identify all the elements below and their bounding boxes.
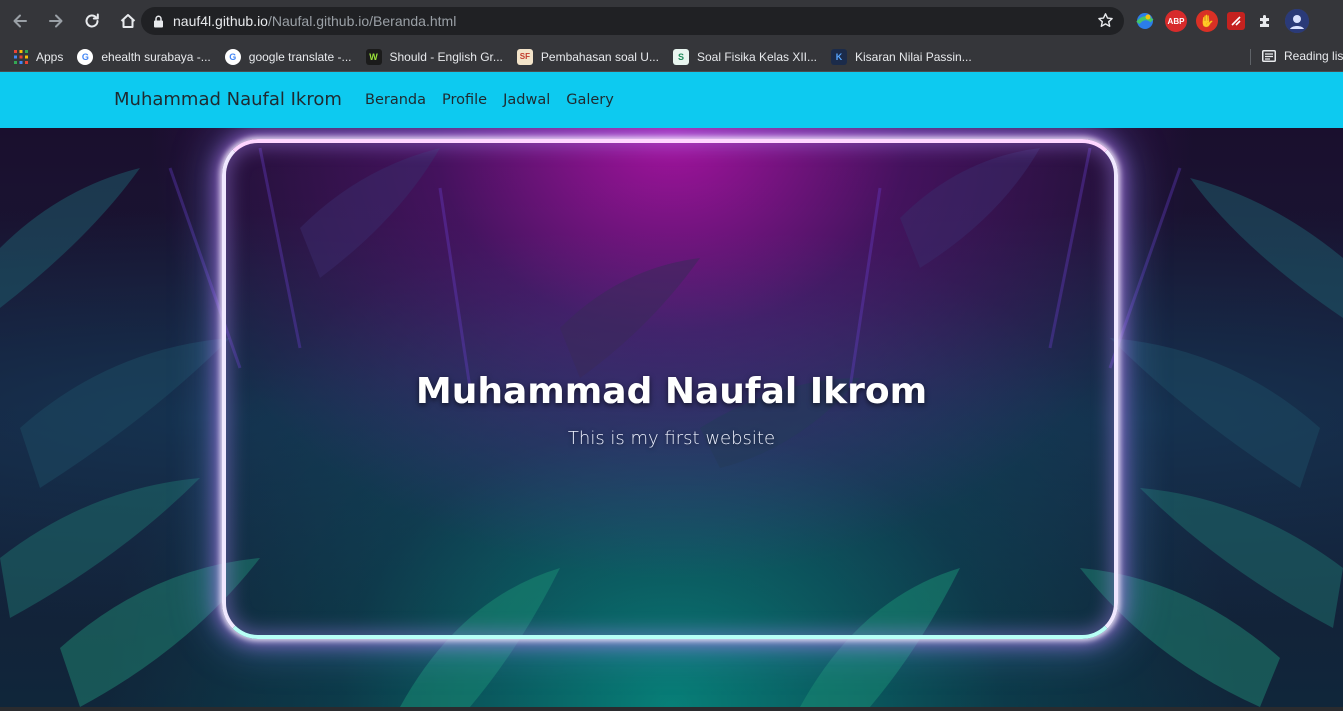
bookmark-item[interactable]: G ehealth surabaya -... — [77, 48, 211, 65]
blog-icon: K — [831, 48, 848, 65]
home-icon — [120, 14, 136, 28]
back-arrow-icon — [13, 14, 27, 28]
red-extension-icon[interactable] — [1227, 12, 1245, 30]
bookmark-label: Should - English Gr... — [389, 49, 503, 64]
hand-stop-extension-icon[interactable]: ✋ — [1196, 10, 1218, 32]
google-icon: G — [77, 48, 94, 65]
address-bar[interactable]: nauf4l.github.io /Naufal.github.io/Beran… — [141, 7, 1124, 35]
bookmark-item[interactable]: K Kisaran Nilai Passin... — [831, 48, 972, 65]
bookmark-item[interactable]: G google translate -... — [224, 48, 352, 65]
bookmark-apps[interactable]: Apps — [14, 49, 64, 64]
bookmark-label: Pembahasan soal U... — [540, 49, 659, 64]
reading-list-button[interactable]: Reading list — [1262, 49, 1343, 63]
bookmark-item[interactable]: W Should - English Gr... — [365, 48, 503, 65]
nav-link-galery[interactable]: Galery — [566, 92, 614, 108]
extensions-puzzle-icon[interactable] — [1254, 10, 1276, 32]
site-brand[interactable]: Muhammad Naufal Ikrom — [114, 89, 342, 110]
forward-button[interactable] — [40, 5, 72, 37]
back-button[interactable] — [4, 5, 36, 37]
extensions-area: ABP ✋ — [1134, 8, 1309, 34]
bookmarks-bar: Apps G ehealth surabaya -... G google tr… — [0, 42, 1343, 72]
browser-toolbar: nauf4l.github.io /Naufal.github.io/Beran… — [0, 0, 1343, 42]
window-bottom-edge — [0, 707, 1343, 711]
url-host: nauf4l.github.io — [173, 13, 268, 29]
google-icon: G — [224, 48, 241, 65]
physics-site-icon: S — [672, 48, 689, 65]
bookmark-label: Soal Fisika Kelas XII... — [696, 49, 818, 64]
hero-subtitle: This is my first website — [567, 428, 776, 449]
reading-list-icon — [1262, 50, 1276, 62]
forward-arrow-icon — [49, 14, 63, 28]
adblock-plus-icon[interactable]: ABP — [1165, 10, 1187, 32]
hero-title: Muhammad Naufal Ikrom — [415, 371, 928, 412]
site-nav-links: Beranda Profile Jadwal Galery — [365, 92, 630, 108]
bookmark-label: ehealth surabaya -... — [101, 49, 211, 64]
nav-link-beranda[interactable]: Beranda — [365, 92, 426, 108]
reload-icon — [85, 13, 99, 28]
bookmarks-divider — [1250, 49, 1251, 65]
bookmark-label: Apps — [36, 49, 64, 64]
nav-link-jadwal[interactable]: Jadwal — [503, 92, 550, 108]
nav-link-profile[interactable]: Profile — [442, 92, 487, 108]
reading-list-label: Reading list — [1284, 49, 1343, 63]
apps-grid-icon — [14, 49, 28, 64]
reload-button[interactable] — [76, 5, 108, 37]
bookmark-label: Kisaran Nilai Passin... — [855, 49, 972, 64]
home-button[interactable] — [112, 5, 144, 37]
site-navbar: Muhammad Naufal Ikrom Beranda Profile Ja… — [0, 72, 1343, 128]
profile-avatar-icon[interactable] — [1285, 9, 1309, 33]
bookmark-item[interactable]: S Soal Fisika Kelas XII... — [672, 48, 818, 65]
bookmark-item[interactable]: SF Pembahasan soal U... — [516, 48, 659, 65]
url-path: /Naufal.github.io/Beranda.html — [267, 13, 457, 29]
sf-icon: SF — [516, 48, 533, 65]
google-earth-extension-icon[interactable] — [1134, 10, 1156, 32]
wordreference-icon: W — [365, 48, 382, 65]
lock-icon — [153, 15, 164, 28]
bookmark-label: google translate -... — [248, 49, 352, 64]
hero-section: Muhammad Naufal Ikrom This is my first w… — [0, 128, 1343, 707]
bookmark-star-icon[interactable] — [1097, 12, 1114, 32]
